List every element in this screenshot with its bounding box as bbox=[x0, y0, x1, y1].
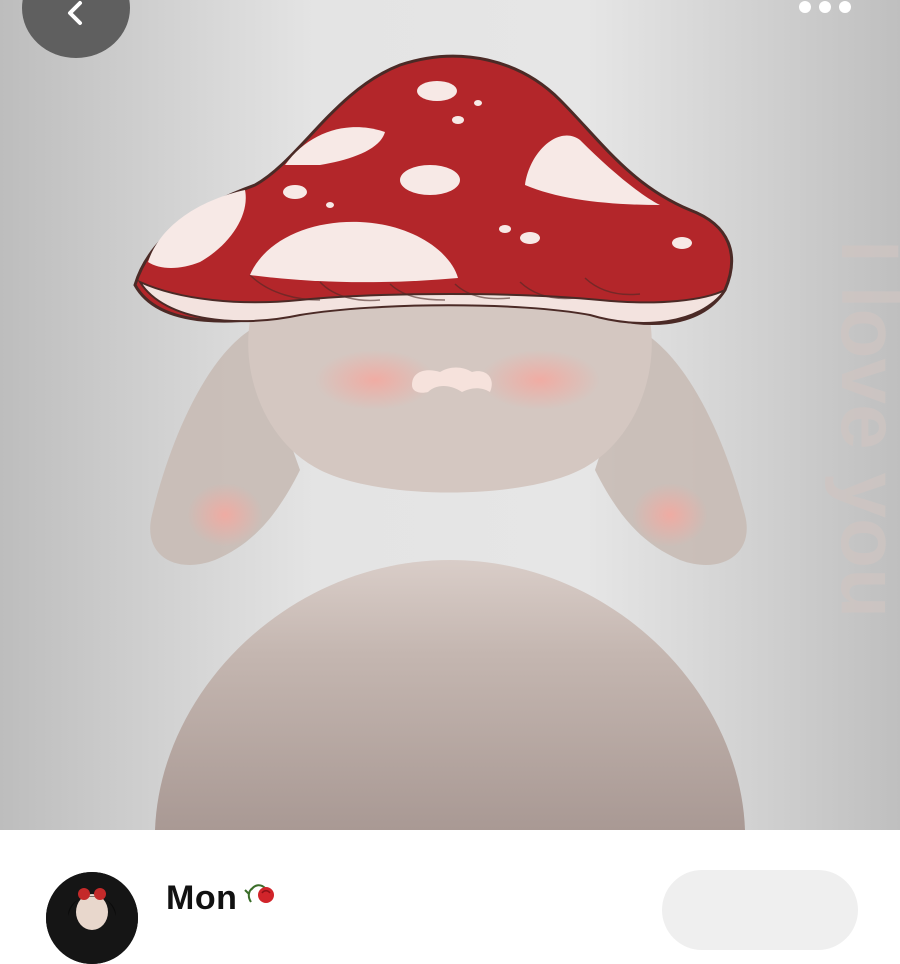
chevron-left-icon bbox=[68, 1, 82, 25]
mushroom-bunny-illustration: I love you bbox=[0, 0, 900, 830]
avatar-image bbox=[46, 872, 138, 964]
follow-button[interactable] bbox=[662, 870, 858, 950]
rose-icon bbox=[244, 884, 275, 903]
overlay-text: I love you bbox=[824, 240, 900, 618]
creator-name[interactable]: Mon bbox=[166, 878, 237, 918]
avatar[interactable] bbox=[46, 872, 138, 964]
pin-image[interactable]: I love you bbox=[0, 0, 900, 830]
creator-name-row[interactable]: Mon bbox=[166, 878, 279, 918]
creator-bar: Mon bbox=[0, 830, 900, 964]
more-horizontal-icon bbox=[799, 1, 851, 13]
more-options-button[interactable] bbox=[790, 0, 860, 22]
